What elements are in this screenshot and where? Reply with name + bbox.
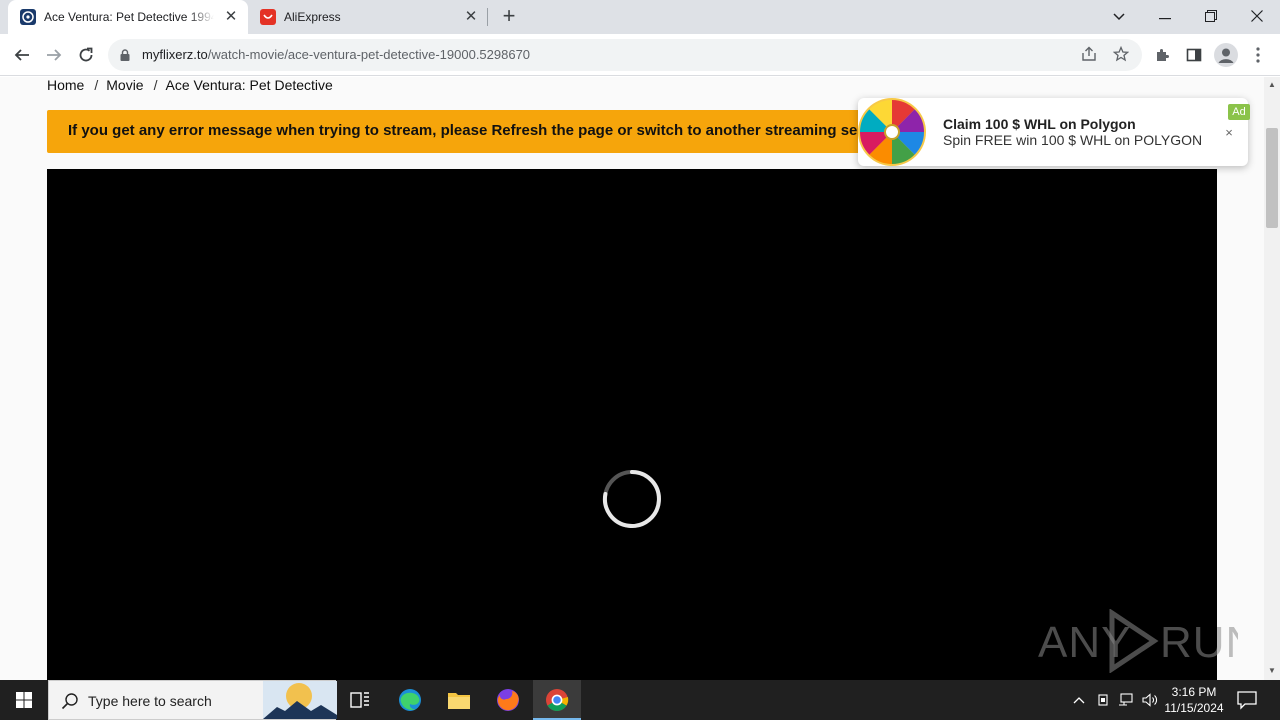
volume-icon[interactable]: [1142, 692, 1158, 708]
ad-description[interactable]: Spin FREE win 100 $ WHL on POLYGON: [943, 132, 1202, 148]
task-view-icon[interactable]: [336, 680, 384, 720]
url-path: /watch-movie/ace-ventura-pet-detective-1…: [207, 47, 531, 62]
search-icon: [61, 692, 79, 710]
breadcrumb-current: Ace Ventura: Pet Detective: [165, 77, 333, 93]
tab-ace-ventura[interactable]: Ace Ventura: Pet Detective 1994 Full Mov…: [8, 0, 248, 34]
notice-text: If you get any error message when trying…: [68, 122, 890, 139]
ad-popup[interactable]: Claim 100 $ WHL on Polygon Spin FREE win…: [858, 98, 1250, 166]
windows-start-icon[interactable]: [0, 680, 48, 720]
windows-taskbar: Type here to search 3:16 PM 11/15/2024: [0, 680, 1280, 720]
url-text[interactable]: myflixerz.to/watch-movie/ace-ventura-pet…: [142, 47, 530, 62]
side-panel-icon[interactable]: [1183, 44, 1205, 66]
tab-close-icon[interactable]: ✕: [462, 8, 480, 26]
breadcrumb: Home / Movie / Ace Ventura: Pet Detective: [47, 77, 337, 93]
forward-icon[interactable]: [41, 42, 67, 68]
tab-title: AliExpress: [284, 10, 341, 24]
tab-separator: [487, 8, 488, 26]
aliexpress-favicon-icon: [260, 9, 276, 25]
tab-strip: Ace Ventura: Pet Detective 1994 Full Mov…: [0, 0, 1280, 34]
tray-device-icon[interactable]: [1095, 692, 1111, 708]
prize-wheel-icon: [858, 98, 926, 166]
scroll-thumb[interactable]: [1266, 128, 1278, 228]
restore-icon[interactable]: [1188, 0, 1234, 34]
profile-avatar-icon[interactable]: [1214, 43, 1238, 67]
share-icon[interactable]: [1080, 46, 1098, 64]
clock-time: 3:16 PM: [1171, 685, 1217, 699]
lock-icon[interactable]: [120, 48, 130, 61]
menu-kebab-icon[interactable]: [1247, 44, 1269, 66]
notifications-icon[interactable]: [1236, 690, 1258, 710]
breadcrumb-home[interactable]: Home: [47, 77, 84, 93]
ad-close-icon[interactable]: ×: [1222, 126, 1236, 140]
bookmark-star-icon[interactable]: [1112, 45, 1130, 64]
loading-spinner-icon: [602, 470, 661, 528]
page-scrollbar[interactable]: ▲ ▼: [1264, 77, 1280, 680]
new-tab-icon[interactable]: +: [498, 5, 520, 28]
tab-close-icon[interactable]: ✕: [222, 8, 240, 26]
search-placeholder: Type here to search: [88, 693, 212, 709]
site-favicon-icon: [20, 9, 36, 25]
network-icon[interactable]: [1118, 692, 1134, 708]
ad-badge: Ad: [1228, 104, 1250, 120]
scroll-up-arrow-icon[interactable]: ▲: [1268, 81, 1276, 89]
video-player[interactable]: [47, 169, 1217, 680]
tab-aliexpress[interactable]: AliExpress ✕: [248, 0, 488, 34]
svg-text:RUN: RUN: [1160, 618, 1238, 667]
scroll-down-arrow-icon[interactable]: ▼: [1268, 667, 1276, 675]
svg-text:ANY: ANY: [1038, 618, 1131, 667]
address-bar[interactable]: myflixerz.to/watch-movie/ace-ventura-pet…: [108, 39, 1142, 71]
anyrun-watermark-logo: ANY RUN: [1038, 609, 1238, 673]
reload-icon[interactable]: [73, 42, 99, 68]
tray-chevron-icon[interactable]: [1071, 692, 1087, 708]
chrome-icon[interactable]: [533, 680, 581, 720]
breadcrumb-separator: /: [94, 77, 99, 93]
breadcrumb-movie[interactable]: Movie: [106, 77, 143, 93]
tab-search-chevron-icon[interactable]: [1096, 0, 1142, 34]
file-explorer-icon[interactable]: [435, 680, 483, 720]
clock-date: 11/15/2024: [1164, 701, 1224, 715]
browser-toolbar: myflixerz.to/watch-movie/ace-ventura-pet…: [0, 34, 1280, 76]
url-host: myflixerz.to: [142, 47, 208, 62]
taskbar-clock[interactable]: 3:16 PM 11/15/2024: [1162, 684, 1226, 716]
taskbar-search-box[interactable]: Type here to search: [48, 680, 337, 720]
firefox-icon[interactable]: [484, 680, 532, 720]
window-close-icon[interactable]: [1234, 0, 1280, 34]
search-highlight-art-icon: [263, 681, 337, 719]
tab-title: Ace Ventura: Pet Detective 1994 Full Mov…: [44, 10, 214, 24]
stream-error-notice: If you get any error message when trying…: [47, 110, 927, 153]
back-icon[interactable]: [9, 42, 35, 68]
page-viewport: Home / Movie / Ace Ventura: Pet Detective If…: [0, 77, 1264, 680]
breadcrumb-separator: /: [153, 77, 158, 93]
edge-browser-icon[interactable]: [386, 680, 434, 720]
ad-title[interactable]: Claim 100 $ WHL on Polygon: [943, 116, 1136, 132]
extensions-icon[interactable]: [1151, 44, 1173, 66]
minimize-icon[interactable]: [1142, 0, 1188, 34]
